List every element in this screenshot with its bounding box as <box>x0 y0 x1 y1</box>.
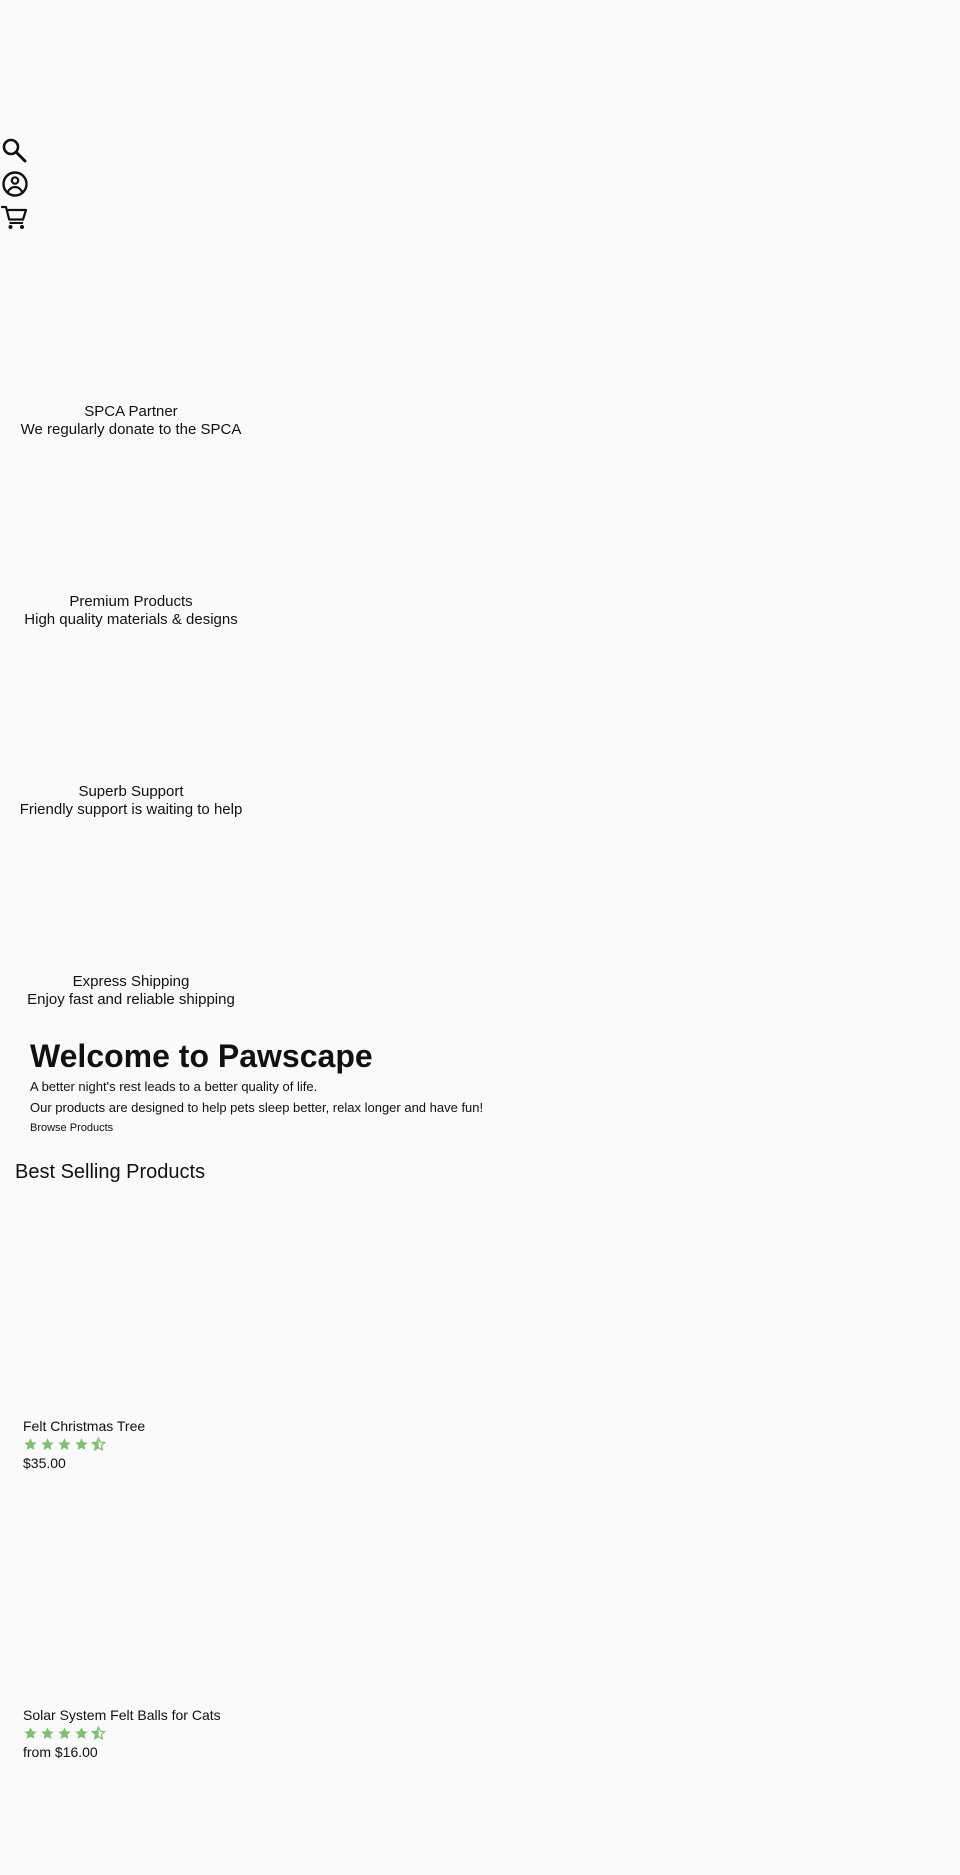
account-icon <box>0 169 30 199</box>
cart-icon <box>0 202 30 232</box>
star-icon <box>23 1437 38 1452</box>
star-icon <box>74 1726 89 1741</box>
search-button[interactable] <box>0 136 30 166</box>
feature-subtitle: We regularly donate to the SPCA <box>20 421 242 438</box>
product-rating <box>23 1726 423 1741</box>
product-rating <box>23 1437 423 1452</box>
feature-spca-partner: SPCA Partner We regularly donate to the … <box>10 403 252 439</box>
feature-premium-products: Premium Products High quality materials … <box>10 593 252 629</box>
feature-subtitle: Enjoy fast and reliable shipping <box>27 991 235 1008</box>
product-card-solar-system-felt-balls[interactable]: Solar System Felt Balls for Cats from $1… <box>23 1706 423 1761</box>
browse-products-link[interactable]: Browse Products <box>30 1121 113 1135</box>
feature-subtitle: High quality materials & designs <box>24 611 238 628</box>
star-icon <box>74 1437 89 1452</box>
search-icon <box>0 136 30 166</box>
product-title[interactable]: Felt Christmas Tree <box>23 1417 423 1435</box>
product-price: $35.00 <box>23 1455 66 1471</box>
welcome-text-1: A better night's rest leads to a better … <box>30 1079 318 1094</box>
star-icon <box>57 1437 72 1452</box>
half-star-icon <box>91 1437 106 1452</box>
product-card-felt-christmas-tree[interactable]: Felt Christmas Tree $35.00 <box>23 1417 423 1472</box>
star-icon <box>23 1726 38 1741</box>
feature-express-shipping: Express Shipping Enjoy fast and reliable… <box>10 973 252 1009</box>
welcome-section: Welcome to Pawscape A better night's res… <box>30 1037 730 1136</box>
feature-subtitle: Friendly support is waiting to help <box>19 801 243 818</box>
feature-title: Premium Products <box>69 593 193 610</box>
star-icon <box>40 1726 55 1741</box>
feature-superb-support: Superb Support Friendly support is waiti… <box>10 783 252 819</box>
best-selling-heading: Best Selling Products <box>15 1161 206 1183</box>
feature-title: Express Shipping <box>72 973 190 990</box>
account-button[interactable] <box>0 169 30 199</box>
star-icon <box>40 1437 55 1452</box>
welcome-heading: Welcome to Pawscape <box>30 1038 373 1074</box>
half-star-icon <box>91 1726 106 1741</box>
feature-title: SPCA Partner <box>84 403 178 420</box>
cart-button[interactable] <box>0 202 30 232</box>
welcome-text-2: Our products are designed to help pets s… <box>30 1100 484 1115</box>
product-title[interactable]: Solar System Felt Balls for Cats <box>23 1706 423 1724</box>
product-price: from $16.00 <box>23 1744 98 1760</box>
star-icon <box>57 1726 72 1741</box>
feature-title: Superb Support <box>78 783 184 800</box>
